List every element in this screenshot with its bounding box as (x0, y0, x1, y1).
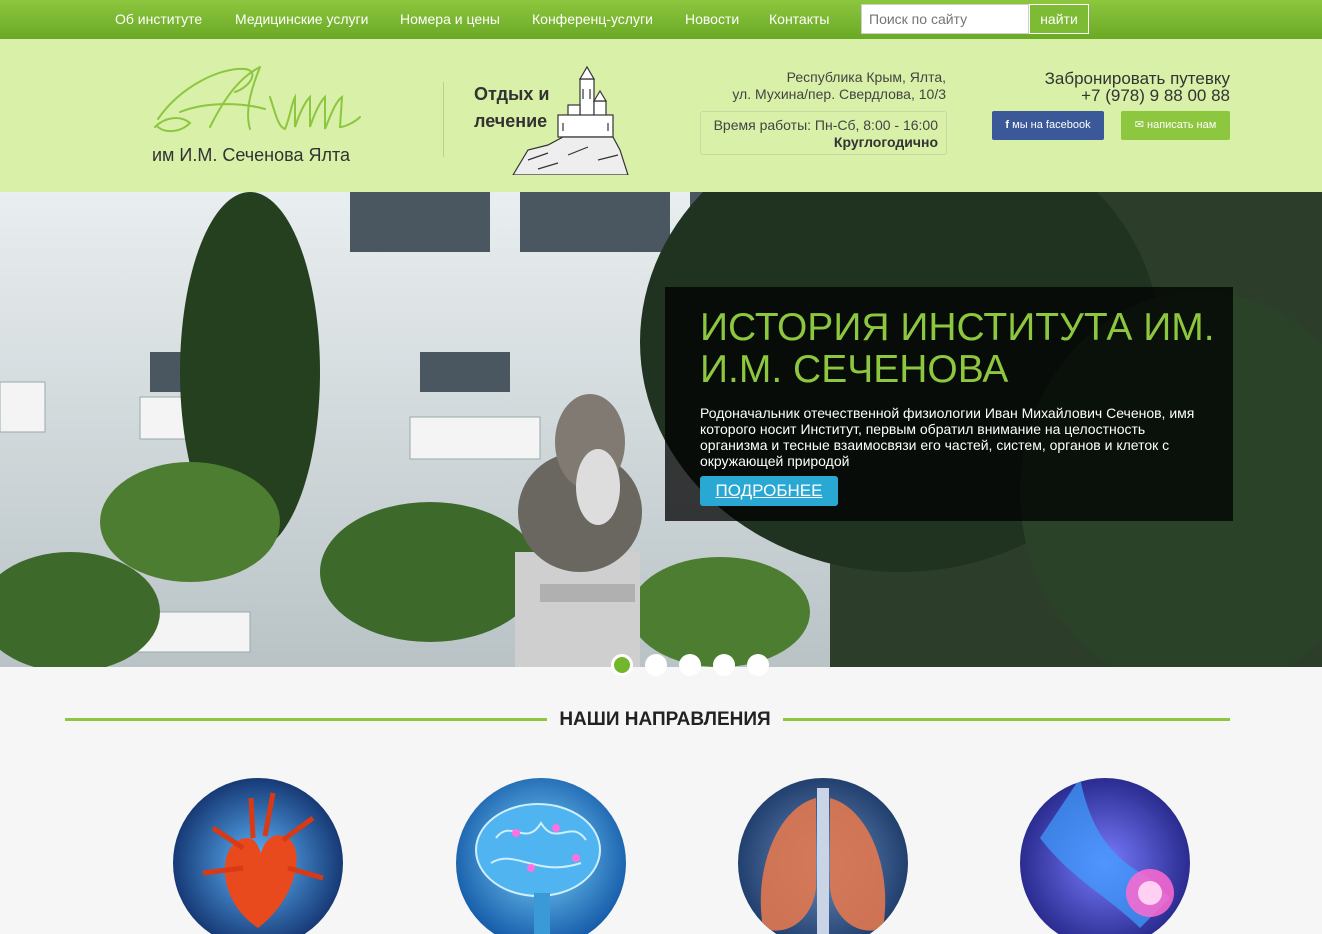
heart-icon (173, 778, 343, 934)
facebook-button[interactable]: f мы на facebook (992, 111, 1104, 140)
lungs-icon (738, 778, 908, 934)
brain-icon (456, 778, 626, 934)
slider-dot-5[interactable] (747, 654, 769, 676)
booking-label: Забронировать путевку (1044, 69, 1230, 88)
nav-item-about[interactable]: Об институте (115, 11, 202, 27)
slider-dot-3[interactable] (679, 654, 701, 676)
write-us-button[interactable]: ✉ написать нам (1121, 111, 1230, 140)
hero-title: История института им. И.М. Сеченова (700, 306, 1215, 391)
nav-item-rooms-prices[interactable]: Номера и цены (400, 11, 500, 27)
address-line-1: Республика Крым, Ялта, (786, 69, 946, 85)
hero-text: Родоначальник отечественной физиологии И… (700, 405, 1195, 469)
search-input[interactable] (861, 4, 1029, 34)
envelope-icon: ✉ (1134, 119, 1144, 131)
direction-lungs[interactable] (738, 778, 908, 934)
section-line-left (65, 718, 547, 721)
slider-dot-1[interactable] (611, 654, 633, 676)
nav-item-conference[interactable]: Конференц-услуги (532, 11, 653, 27)
section-line-right (783, 718, 1230, 721)
logo-script[interactable] (150, 57, 365, 142)
slider-dot-2[interactable] (645, 654, 667, 676)
logo-subtitle: им И.М. Сеченова Ялта (152, 145, 351, 165)
facebook-label: мы на facebook (1012, 119, 1091, 131)
nav-item-contacts[interactable]: Контакты (769, 11, 829, 27)
nav-item-news[interactable]: Новости (685, 11, 739, 27)
top-nav: Об институте Медицинские услуги Номера и… (0, 0, 1322, 39)
nav-item-medical-services[interactable]: Медицинские услуги (235, 11, 368, 27)
direction-joints[interactable] (1020, 778, 1190, 934)
header-divider (443, 82, 444, 157)
phone-number[interactable]: +7 (978) 9 88 00 88 (1045, 87, 1230, 104)
castle-icon (512, 65, 629, 175)
more-button[interactable]: ПОДРОБНЕЕ (700, 476, 838, 506)
section-title: НАШИ НАПРАВЛЕНИЯ (559, 709, 771, 730)
facebook-icon: f (1005, 119, 1010, 131)
address: Республика Крым, Ялта, ул. Мухина/пер. С… (732, 69, 946, 103)
hours-text: Время работы: Пн-Сб, 8:00 - 16:00 (713, 117, 938, 133)
site-header: им И.М. Сеченова Ялта Отдых и лечение Ре… (0, 39, 1322, 192)
booking-block: Забронировать путевку +7 (978) 9 88 00 8… (1045, 70, 1230, 104)
address-line-2: ул. Мухина/пер. Свердлова, 10/3 (732, 86, 946, 102)
slider-dot-4[interactable] (713, 654, 735, 676)
direction-brain[interactable] (456, 778, 626, 934)
direction-heart[interactable] (173, 778, 343, 934)
joint-icon (1020, 778, 1190, 934)
hours-note: Круглогодично (833, 134, 938, 150)
write-us-label: написать нам (1147, 119, 1217, 131)
search-button[interactable]: найти (1029, 4, 1089, 34)
working-hours: Время работы: Пн-Сб, 8:00 - 16:00 Кругло… (700, 111, 947, 155)
